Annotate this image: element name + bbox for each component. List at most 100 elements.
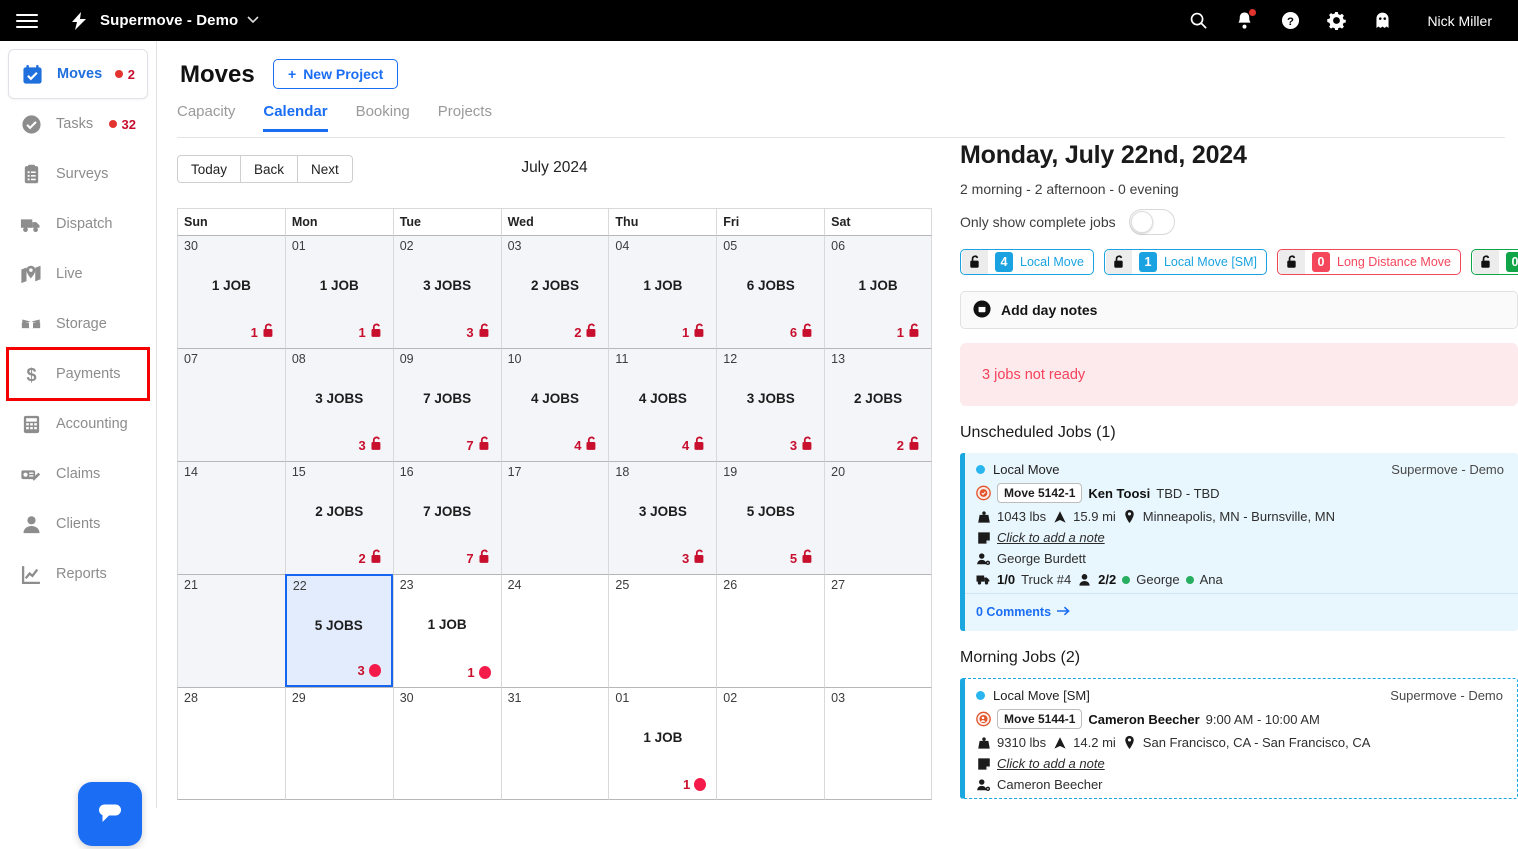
calendar-day-11[interactable]: 11 4 JOBS 4 [608,348,717,461]
complete-jobs-toggle[interactable] [1128,209,1175,235]
sidebar-item-surveys[interactable]: Surveys [8,149,148,199]
tab-calendar[interactable]: Calendar [263,103,328,132]
calendar-day-status-count: 7 [466,550,474,566]
calendar-day-21[interactable]: 21 [177,574,285,687]
search-icon[interactable] [1175,0,1221,41]
calendar-day-25[interactable]: 25 [608,574,717,687]
calendar-day-22[interactable]: 22 5 JOBS 3 [284,574,393,687]
calendar-day-number: 27 [831,578,846,592]
job-customer: Ken Toosi [1088,485,1151,501]
calendar-day-18[interactable]: 18 3 JOBS 3 [608,461,717,574]
calendar-day-13[interactable]: 13 2 JOBS 2 [824,348,932,461]
brand-name: Supermove - Demo [100,12,239,29]
sidebar-item-tasks[interactable]: Tasks 32 [8,99,148,149]
calendar-day-15[interactable]: 15 2 JOBS 2 [284,461,393,574]
tab-booking[interactable]: Booking [356,103,410,132]
job-card-unscheduled[interactable]: Local Move Supermove - Demo Move 5142-1 … [960,453,1518,631]
calendar-day-16[interactable]: 16 7 JOBS 7 [392,461,501,574]
dollar-icon: $ [20,363,42,385]
tab-capacity[interactable]: Capacity [177,103,235,132]
unlock-icon [801,323,814,341]
calendar-day-17[interactable]: 17 [500,461,609,574]
calendar-day-19[interactable]: 19 5 JOBS 5 [716,461,825,574]
calendar-day-07[interactable]: 07 [177,348,285,461]
unlock-icon [908,436,921,454]
calendar-day-02[interactable]: 02 3 JOBS 3 [392,235,501,348]
calendar-day-status-count: 3 [789,437,798,453]
sidebar-item-accounting[interactable]: Accounting [8,399,148,449]
calendar-day-number: 04 [615,239,630,253]
calendar-day-03[interactable]: 03 [824,687,932,800]
sidebar-item-reports[interactable]: Reports [8,549,148,599]
gear-icon[interactable] [1313,0,1359,41]
add-day-notes-button[interactable]: Add day notes [960,291,1518,329]
job-location: San Francisco, CA - San Francisco, CA [1142,735,1371,750]
calendar-day-28[interactable]: 28 [177,687,285,800]
chip-count: 1 [1138,252,1157,272]
help-icon[interactable]: ? [1267,0,1313,41]
calendar-day-job-count: 3 JOBS [746,391,795,406]
check-circle-icon [20,113,42,135]
move-type-chip-0[interactable]: 4 Local Move [960,249,1094,275]
calendar-day-06[interactable]: 06 1 JOB 1 [824,235,932,348]
tab-projects[interactable]: Projects [438,103,492,132]
calendar-day-number: 19 [723,465,738,479]
top-bar: Supermove - Demo ? Nick Miller [0,0,1518,41]
user-name[interactable]: Nick Miller [1427,13,1492,29]
sidebar-item-dispatch[interactable]: Dispatch [8,199,148,249]
job-comments-link[interactable]: 0 Comments [976,605,1071,619]
calendar-day-30[interactable]: 30 1 JOB 1 [177,235,285,348]
sidebar-item-claims[interactable]: Claims [8,449,148,499]
calendar-day-27[interactable]: 27 [824,574,932,687]
new-project-button[interactable]: + New Project [273,59,399,89]
calendar-day-job-count: 2 JOBS [530,278,579,293]
job-move-id[interactable]: Move 5144-1 [997,709,1083,729]
calendar-day-30[interactable]: 30 [392,687,501,800]
ghost-icon[interactable] [1359,0,1405,41]
job-card-morning[interactable]: Local Move [SM] Supermove - Demo Move 51… [960,678,1518,799]
calendar-day-12[interactable]: 12 3 JOBS 3 [716,348,825,461]
calendar-day-31[interactable]: 31 [500,687,609,800]
calendar-day-job-count: 5 JOBS [314,618,363,633]
calendar-day-job-count: 1 JOB [643,730,683,745]
calendar-day-20[interactable]: 20 [824,461,932,574]
unscheduled-jobs-heading: Unscheduled Jobs (1) [960,424,1116,441]
calendar-day-09[interactable]: 09 7 JOBS 7 [392,348,501,461]
calendar-day-26[interactable]: 26 [716,574,825,687]
sidebar-item-moves[interactable]: Moves 2 [8,49,148,99]
job-add-note-link[interactable]: Click to add a note [997,756,1105,771]
calendar-day-02[interactable]: 02 [716,687,825,800]
tab-bar: Capacity Calendar Booking Projects [177,103,492,132]
sidebar-item-payments[interactable]: $ Payments [6,347,150,401]
calendar-day-14[interactable]: 14 [177,461,285,574]
calendar-day-01[interactable]: 01 1 JOB 1 [608,687,717,800]
sidebar-item-label: Tasks [56,116,94,132]
move-type-chip-2[interactable]: 0 Long Distance Move [1277,249,1461,275]
calendar-day-01[interactable]: 01 1 JOB 1 [284,235,393,348]
calendar-day-24[interactable]: 24 [500,574,609,687]
move-type-chip-1[interactable]: 1 Local Move [SM] [1103,249,1268,275]
calendar-day-08[interactable]: 08 3 JOBS 3 [284,348,393,461]
calendar-day-23[interactable]: 23 1 JOB 1 [392,574,501,687]
job-crew-row: 1/0 Truck #4 2/2 George Ana [976,572,1504,587]
chevron-down-icon[interactable] [247,15,259,27]
bell-icon[interactable] [1221,0,1267,41]
calendar-day-10[interactable]: 10 4 JOBS 4 [500,348,609,461]
calendar-day-05[interactable]: 05 6 JOBS 6 [716,235,825,348]
sidebar-item-live[interactable]: Live [8,249,148,299]
move-type-chip-3[interactable]: 0Commercial Move [1470,249,1518,275]
calendar-day-number: 30 [184,239,198,253]
calendar-day-job-count: 4 JOBS [638,391,687,406]
sidebar-item-storage[interactable]: Storage [8,299,148,349]
unlock-icon [1472,250,1499,274]
calendar-day-04[interactable]: 04 1 JOB 1 [608,235,717,348]
calendar-day-03[interactable]: 03 2 JOBS 2 [500,235,609,348]
sidebar-item-clients[interactable]: Clients [8,499,148,549]
calendar-day-29[interactable]: 29 [284,687,393,800]
crew-status-dot-icon [1122,575,1131,584]
job-move-id[interactable]: Move 5142-1 [997,483,1083,503]
chat-bubble-icon[interactable] [78,782,142,846]
calendar-day-number: 14 [184,465,198,479]
job-add-note-link[interactable]: Click to add a note [997,530,1105,545]
hamburger-icon[interactable] [16,10,38,32]
